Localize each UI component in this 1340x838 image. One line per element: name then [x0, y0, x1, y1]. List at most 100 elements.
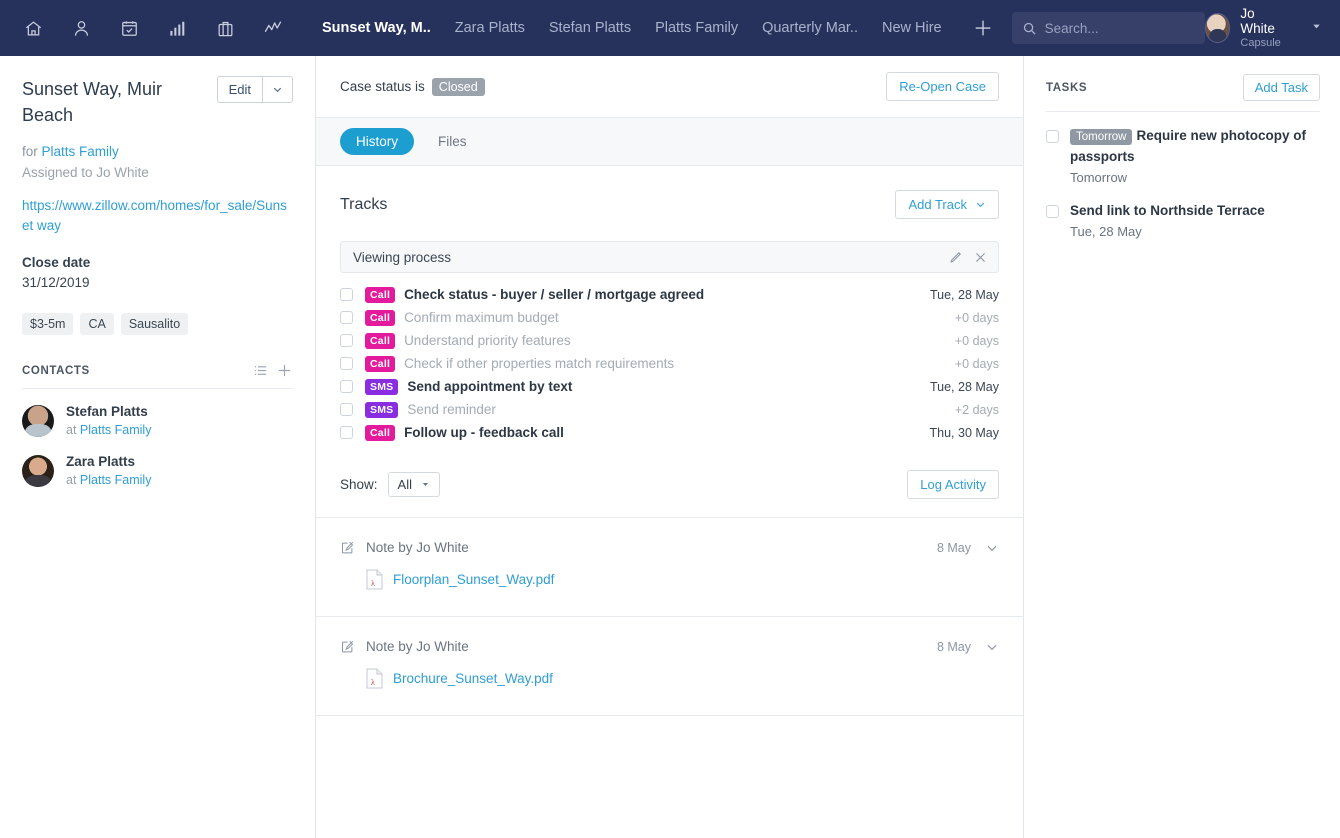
search-input[interactable] — [1044, 20, 1195, 36]
track-item[interactable]: SMS Send appointment by text Tue, 28 May — [340, 375, 999, 398]
nav-icon-group — [18, 13, 288, 43]
track-item-label: Check status - buyer / seller / mortgage… — [404, 287, 705, 302]
edit-button[interactable]: Edit — [216, 76, 263, 103]
bar-chart-icon[interactable] — [162, 13, 192, 43]
reopen-case-button[interactable]: Re-Open Case — [886, 72, 999, 101]
track-item[interactable]: Call Check status - buyer / seller / mor… — [340, 283, 999, 306]
nav-tab-sunset-way[interactable]: Sunset Way, M.. — [310, 0, 443, 56]
nav-tab-quarterly-mar[interactable]: Quarterly Mar.. — [750, 0, 870, 56]
contact-name[interactable]: Stefan Platts — [66, 403, 151, 421]
user-name: Jo White — [1240, 6, 1275, 36]
calendar-icon[interactable] — [114, 13, 144, 43]
track-item-checkbox[interactable] — [340, 311, 353, 324]
list-item[interactable]: Zara Platts at Platts Family — [22, 453, 293, 489]
close-icon[interactable] — [973, 250, 988, 265]
track-item[interactable]: SMS Send reminder +2 days — [340, 398, 999, 421]
case-owner-line: for Platts Family — [22, 142, 293, 161]
tag-list: $3-5m CA Sausalito — [22, 313, 293, 335]
track-item-label: Check if other properties match requirem… — [404, 356, 675, 371]
nav-tab-new-hire[interactable]: New Hire — [870, 0, 954, 56]
person-icon[interactable] — [66, 13, 96, 43]
note-date: 8 May — [936, 639, 971, 654]
attachment-row[interactable]: λ Floorplan_Sunset_Way.pdf — [340, 569, 999, 590]
nav-tab-stefan-platts[interactable]: Stefan Platts — [537, 0, 643, 56]
track-item[interactable]: Call Check if other properties match req… — [340, 352, 999, 375]
tracks-footer: Show: All Log Activity — [340, 470, 999, 499]
track-item[interactable]: Call Confirm maximum budget +0 days — [340, 306, 999, 329]
task-checkbox[interactable] — [1046, 205, 1059, 218]
nav-tab-zara-platts[interactable]: Zara Platts — [443, 0, 537, 56]
chevron-down-icon[interactable] — [985, 640, 999, 654]
tag-price[interactable]: $3-5m — [22, 313, 74, 335]
list-icon[interactable] — [253, 363, 268, 378]
contact-org-link[interactable]: Platts Family — [80, 473, 152, 487]
open-record-tabs: Sunset Way, M.. Zara Platts Stefan Platt… — [310, 0, 954, 56]
contact-org-link[interactable]: Platts Family — [80, 423, 152, 437]
home-icon[interactable] — [18, 13, 48, 43]
search-container[interactable] — [1011, 12, 1205, 44]
note-header: Note by Jo White 8 May — [340, 639, 999, 654]
track-item-checkbox[interactable] — [340, 380, 353, 393]
track-name: Viewing process — [353, 249, 452, 265]
user-menu[interactable]: Jo White Capsule — [1204, 6, 1326, 50]
tag-state[interactable]: CA — [80, 313, 114, 335]
nav-tab-platts-family[interactable]: Platts Family — [643, 0, 750, 56]
attachment-name[interactable]: Brochure_Sunset_Way.pdf — [393, 671, 553, 686]
chevron-down-icon[interactable] — [985, 541, 999, 555]
track-item-date: +2 days — [954, 402, 999, 417]
list-item[interactable]: Stefan Platts at Platts Family — [22, 403, 293, 439]
track-item-checkbox[interactable] — [340, 288, 353, 301]
show-filter-select[interactable]: All — [387, 472, 440, 497]
due-badge: Tomorrow — [1070, 129, 1133, 145]
tag-city[interactable]: Sausalito — [120, 313, 189, 335]
task-body: Send link to Northside Terrace Tue, 28 M… — [1070, 201, 1320, 241]
briefcase-icon[interactable] — [210, 13, 240, 43]
track-item-checkbox[interactable] — [340, 334, 353, 347]
task-item[interactable]: Tomorrow Require new photocopy of passpor… — [1046, 126, 1320, 187]
edit-chevron-down-icon[interactable] — [263, 76, 293, 103]
listing-url-link[interactable]: https://www.zillow.com/homes/for_sale/Su… — [22, 196, 293, 236]
contact-name[interactable]: Zara Platts — [66, 453, 151, 471]
note-icon — [340, 639, 355, 654]
track-item-checkbox[interactable] — [340, 357, 353, 370]
add-task-button[interactable]: Add Task — [1242, 74, 1320, 101]
edit-pencil-icon[interactable] — [948, 250, 963, 265]
task-title: Tomorrow Require new photocopy of passpor… — [1070, 126, 1320, 167]
pdf-file-icon: λ — [366, 569, 383, 590]
track-item-checkbox[interactable] — [340, 426, 353, 439]
tracks-header: Tracks Add Track — [340, 190, 999, 219]
user-info: Jo White Capsule — [1240, 6, 1285, 50]
organisation-link[interactable]: Platts Family — [42, 144, 119, 159]
track-item-label: Send appointment by text — [407, 379, 573, 394]
contacts-title: CONTACTS — [22, 364, 90, 377]
attachment-name[interactable]: Floorplan_Sunset_Way.pdf — [393, 572, 554, 587]
chevron-down-icon[interactable] — [1311, 21, 1322, 35]
attachment-row[interactable]: λ Brochure_Sunset_Way.pdf — [340, 668, 999, 689]
avatar — [22, 455, 54, 487]
task-item[interactable]: Send link to Northside Terrace Tue, 28 M… — [1046, 201, 1320, 241]
contact-text: Zara Platts at Platts Family — [66, 453, 151, 489]
track-item-label: Understand priority features — [404, 333, 571, 348]
track-item[interactable]: Call Follow up - feedback call Thu, 30 M… — [340, 421, 999, 444]
track-item-label: Follow up - feedback call — [404, 425, 564, 440]
tab-files[interactable]: Files — [422, 128, 483, 155]
status-badge: Closed — [431, 77, 485, 96]
track-item[interactable]: Call Understand priority features +0 day… — [340, 329, 999, 352]
add-track-button[interactable]: Add Track — [895, 190, 999, 219]
add-contact-plus-icon[interactable] — [276, 362, 293, 379]
main-layout: Sunset Way, Muir Beach Edit for Platts F… — [0, 56, 1340, 838]
track-item-label: Confirm maximum budget — [404, 310, 559, 325]
task-checkbox[interactable] — [1046, 130, 1059, 143]
track-item-date: Thu, 30 May — [929, 425, 999, 440]
track-item-checkbox[interactable] — [340, 403, 353, 416]
add-new-button[interactable] — [954, 17, 1008, 39]
tab-history[interactable]: History — [340, 128, 415, 155]
activity-icon[interactable] — [258, 13, 288, 43]
svg-text:λ: λ — [371, 678, 375, 687]
content-tabs: History Files — [316, 118, 1023, 166]
top-navigation-bar: Sunset Way, M.. Zara Platts Stefan Platt… — [0, 0, 1340, 56]
contact-org: at Platts Family — [66, 422, 151, 439]
activity-type-badge: Call — [365, 355, 396, 372]
note-entry: Note by Jo White 8 May λ Floorplan_Sunse… — [316, 518, 1023, 617]
log-activity-button[interactable]: Log Activity — [907, 470, 999, 499]
